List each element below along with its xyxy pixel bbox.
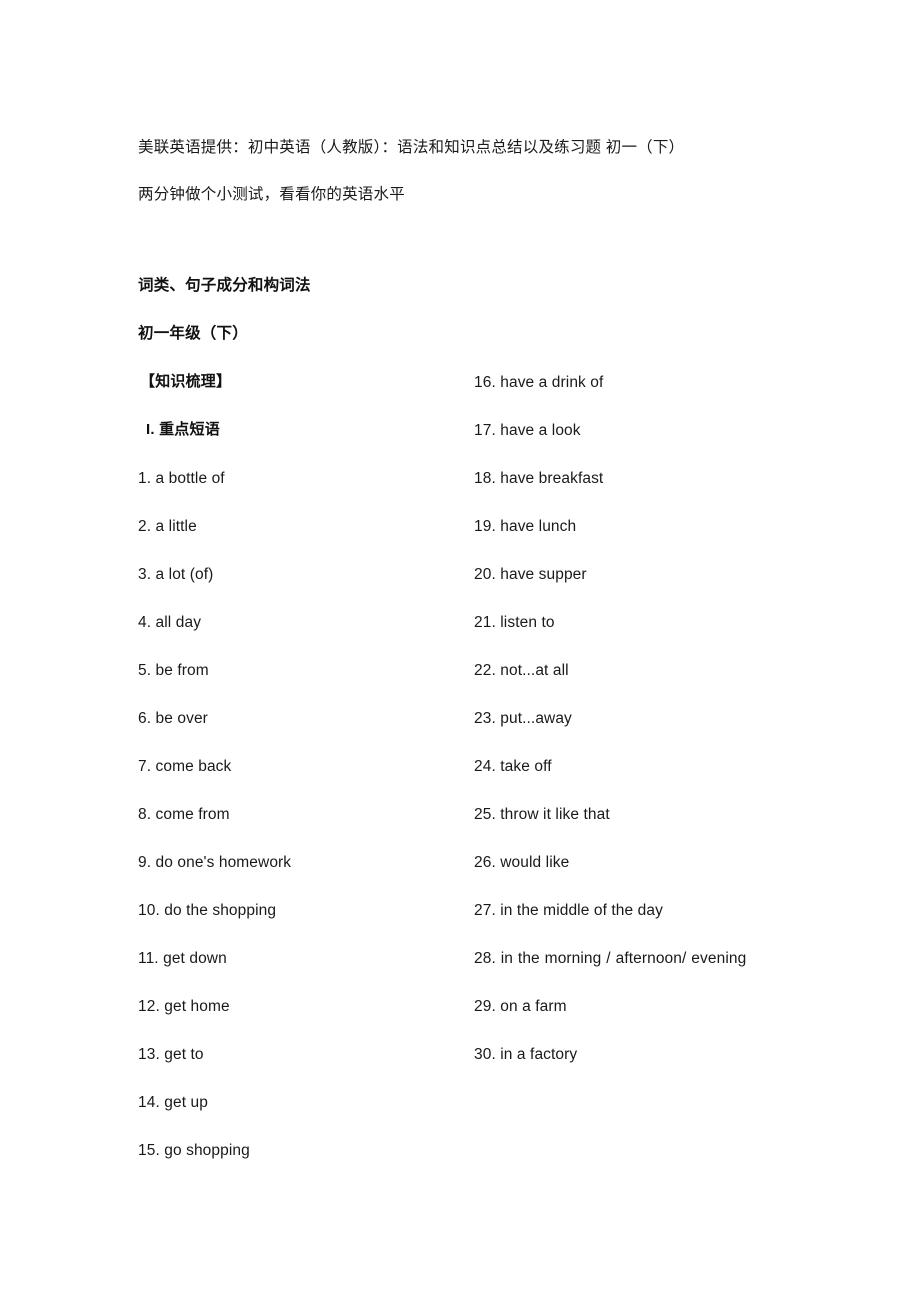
list-item: 29. on a farm	[474, 998, 567, 1015]
list-item: 26. would like	[474, 854, 570, 871]
phrase-column-left: 1. a bottle of 2. a little 3. a lot (of)…	[138, 455, 468, 1175]
list-item: 8. come from	[138, 806, 230, 823]
list-item: 9. do one's homework	[138, 854, 292, 871]
list-item: 17. have a look	[474, 422, 581, 439]
list-item: 15. go shopping	[138, 1142, 250, 1159]
list-item: 10. do the shopping	[138, 902, 277, 919]
knowledge-review-label: 【知识梳理】	[140, 373, 232, 390]
list-item: 3. a lot (of)	[138, 566, 214, 583]
list-item: 16. have a drink of	[474, 374, 604, 391]
list-item: 14. get up	[138, 1094, 208, 1111]
list-item: 21. listen to	[474, 614, 555, 631]
list-item: 2. a little	[138, 518, 197, 535]
section-title: 词类、句子成分和构词法	[138, 277, 311, 294]
list-item: 22. not...at all	[474, 662, 569, 679]
list-item: 6. be over	[138, 710, 208, 727]
key-phrases-subsection-label: I. 重点短语	[146, 421, 220, 438]
list-item: 20. have supper	[474, 566, 587, 583]
list-item: 27. in the middle of the day	[474, 902, 663, 919]
header-line-source: 美联英语提供：初中英语（人教版）：语法和知识点总结以及练习题 初一（下）	[138, 139, 685, 156]
list-item: 1. a bottle of	[138, 470, 225, 487]
list-item: 12. get home	[138, 998, 230, 1015]
list-item: 5. be from	[138, 662, 209, 679]
list-item: 19. have lunch	[474, 518, 577, 535]
list-item: 13. get to	[138, 1046, 204, 1063]
list-item: 18. have breakfast	[474, 470, 604, 487]
document-header: 美联英语提供：初中英语（人教版）：语法和知识点总结以及练习题 初一（下） 两分钟…	[138, 124, 778, 218]
list-item-wrapped: 28. in the morning / afternoon/ evening	[474, 950, 747, 967]
list-item: 25. throw it like that	[474, 806, 610, 823]
list-item: 11. get down	[138, 950, 227, 967]
document-page: 美联英语提供：初中英语（人教版）：语法和知识点总结以及练习题 初一（下） 两分钟…	[0, 0, 920, 1302]
grade-title: 初一年级（下）	[138, 325, 248, 342]
list-item: 30. in a factory	[474, 1046, 578, 1063]
list-item: 7. come back	[138, 758, 232, 775]
list-item: 23. put...away	[474, 710, 572, 727]
list-item: 4. all day	[138, 614, 202, 631]
list-item: 24. take off	[474, 758, 552, 775]
header-line-promo: 两分钟做个小测试，看看你的英语水平	[138, 186, 405, 203]
phrase-column-right: 16. have a drink of 17. have a look 18. …	[474, 359, 785, 1079]
